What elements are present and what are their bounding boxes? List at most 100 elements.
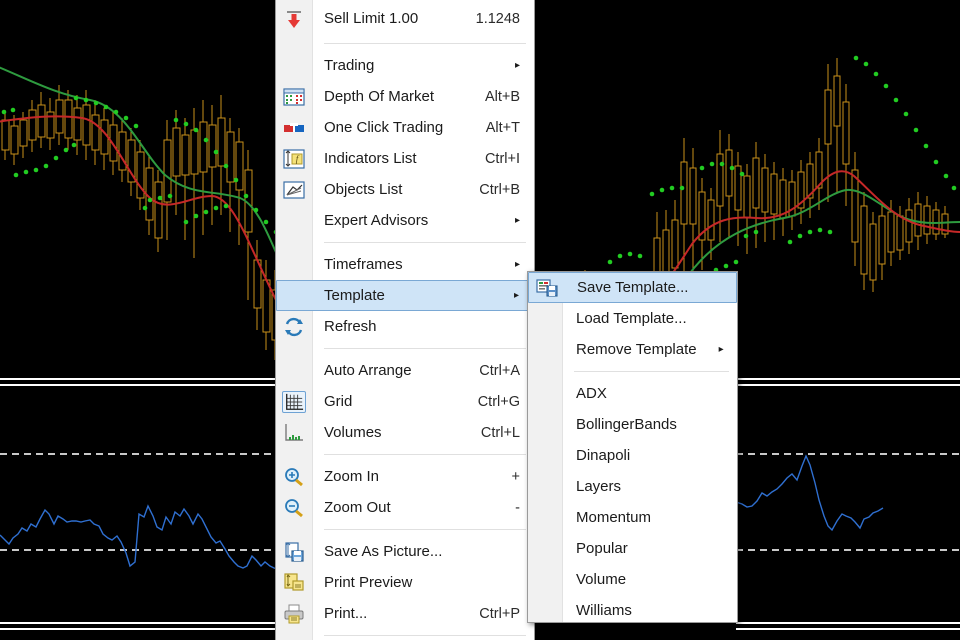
menu-item-expert-advisors[interactable]: Expert Advisors ▸ [276, 205, 534, 236]
menu-item-depth-of-market[interactable]: Depth Of Market Alt+B [276, 81, 534, 112]
left-pane-separator-top [0, 378, 282, 380]
menu-item-label: Refresh [324, 318, 377, 335]
left-indicator-svg [0, 388, 282, 620]
submenu-item-bollingerbands[interactable]: BollingerBands [528, 409, 737, 440]
menu-item-accel: Ctrl+A [479, 362, 520, 379]
chevron-right-icon: ▸ [514, 214, 520, 226]
submenu-item-label: ADX [576, 385, 607, 402]
menu-item-label: Zoom Out [324, 499, 391, 516]
chevron-right-icon: ▸ [513, 289, 519, 301]
menu-separator-2 [324, 242, 526, 243]
chevron-right-icon: ▸ [514, 258, 520, 270]
menu-item-template[interactable]: Template ▸ [276, 280, 534, 311]
submenu-item-load-template[interactable]: Load Template... [528, 303, 737, 334]
menu-separator-4 [324, 454, 526, 455]
menu-item-save-as-picture[interactable]: Save As Picture... [276, 536, 534, 567]
menu-item-accel: Ctrl+L [480, 424, 520, 441]
left-price-chart-svg [0, 0, 282, 378]
submenu-item-label: Layers [576, 478, 622, 495]
menu-item-label: Auto Arrange [324, 362, 412, 379]
grid-icon [282, 390, 306, 413]
submenu-item-dinapoli[interactable]: Dinapoli [528, 440, 737, 471]
menu-item-indicators-list[interactable]: f Indicators List Ctrl+I [276, 143, 534, 174]
menu-item-print-preview[interactable]: Print Preview [276, 567, 534, 598]
volumes-icon [282, 422, 306, 444]
submenu-items-container: Save Template... Load Template... Remove… [528, 272, 737, 626]
left-price-chart-panel[interactable] [0, 0, 282, 378]
menu-item-timeframes[interactable]: Timeframes ▸ [276, 249, 534, 280]
menu-item-label: Objects List [324, 181, 403, 198]
menu-item-accel: + [511, 468, 520, 485]
submenu-item-volume[interactable]: Volume [528, 564, 737, 595]
submenu-item-label: Load Template... [576, 310, 687, 327]
menu-item-label: Volumes [324, 424, 382, 441]
menu-separator-5 [324, 529, 526, 530]
menu-item-label: Print... [324, 605, 368, 622]
menu-item-label: Expert Advisors [324, 212, 429, 229]
submenu-item-label: Popular [576, 540, 628, 557]
menu-item-trading[interactable]: Trading ▸ [276, 50, 534, 81]
zoom-in-icon [282, 466, 306, 488]
chart-gap-bottom-right [736, 630, 960, 640]
print-preview-icon [282, 572, 306, 594]
chevron-right-icon: ▸ [514, 59, 520, 71]
menu-item-one-click-trading[interactable]: One Click Trading Alt+T [276, 112, 534, 143]
menu-item-accel: Ctrl+I [484, 150, 520, 167]
menu-item-label: Indicators List [324, 150, 417, 167]
menu-item-print[interactable]: Print... Ctrl+P [276, 598, 534, 629]
chevron-right-icon: ▸ [718, 343, 724, 355]
menu-item-label: Timeframes [324, 256, 403, 273]
submenu-item-popular[interactable]: Popular [528, 533, 737, 564]
submenu-item-label: Dinapoli [576, 447, 631, 464]
right-pane-separator-top2 [736, 384, 960, 386]
sell-limit-label: Sell Limit 1.00 [324, 10, 419, 27]
save-as-picture-icon [282, 541, 306, 563]
menu-item-refresh[interactable]: Refresh [276, 311, 534, 342]
menu-item-label: Depth Of Market [324, 88, 435, 105]
template-submenu[interactable]: Save Template... Load Template... Remove… [527, 271, 738, 623]
sell-limit-price: 1.1248 [475, 10, 520, 27]
one-click-trading-icon [282, 117, 306, 139]
print-icon [282, 603, 306, 625]
refresh-icon [282, 316, 306, 338]
chart-context-menu[interactable]: Sell Limit 1.00 1.1248 Trading ▸ Depth O… [275, 0, 535, 640]
menu-item-accel: Ctrl+G [477, 393, 520, 410]
right-indicator-panel[interactable] [736, 388, 960, 620]
submenu-item-remove-template[interactable]: Remove Template ▸ [528, 334, 737, 365]
objects-list-icon [282, 179, 306, 201]
submenu-item-label: Williams [576, 602, 632, 619]
menu-item-zoom-out[interactable]: Zoom Out - [276, 492, 534, 523]
left-indicator-panel[interactable] [0, 388, 282, 620]
submenu-item-williams[interactable]: Williams [528, 595, 737, 626]
menu-item-objects-list[interactable]: Objects List Ctrl+B [276, 174, 534, 205]
menu-item-accel: Ctrl+B [479, 181, 520, 198]
depth-of-market-icon [282, 86, 306, 108]
menu-item-label: Trading [324, 57, 375, 74]
menu-item-grid[interactable]: Grid Ctrl+G [276, 386, 534, 417]
right-indicator-svg [736, 388, 960, 620]
right-pane-separator-bottom [736, 622, 960, 624]
menu-item-auto-arrange[interactable]: Auto Arrange Ctrl+A [276, 355, 534, 386]
menu-item-zoom-in[interactable]: Zoom In + [276, 461, 534, 492]
submenu-item-label: BollingerBands [576, 416, 677, 433]
submenu-item-adx[interactable]: ADX [528, 378, 737, 409]
submenu-item-label: Save Template... [577, 279, 689, 296]
menu-item-label: Grid [324, 393, 353, 410]
submenu-item-momentum[interactable]: Momentum [528, 502, 737, 533]
menu-item-label: Print Preview [324, 574, 413, 591]
menu-separator-6 [324, 635, 526, 636]
chart-gap-right [534, 0, 960, 40]
chart-gap-bottom-left [0, 630, 282, 640]
menu-separator-3 [324, 348, 526, 349]
submenu-item-save-template[interactable]: Save Template... [528, 272, 737, 303]
zoom-out-icon [282, 497, 306, 519]
submenu-item-label: Volume [576, 571, 627, 588]
menu-item-volumes[interactable]: Volumes Ctrl+L [276, 417, 534, 448]
submenu-item-layers[interactable]: Layers [528, 471, 737, 502]
sell-limit-arrow-icon [282, 8, 306, 30]
submenu-separator-1 [574, 371, 729, 372]
menu-item-sell-limit[interactable]: Sell Limit 1.00 1.1248 [276, 0, 534, 37]
right-pane-separator-top [736, 378, 960, 380]
menu-item-accel: Ctrl+P [479, 605, 520, 622]
left-pane-separator-bottom [0, 622, 282, 624]
